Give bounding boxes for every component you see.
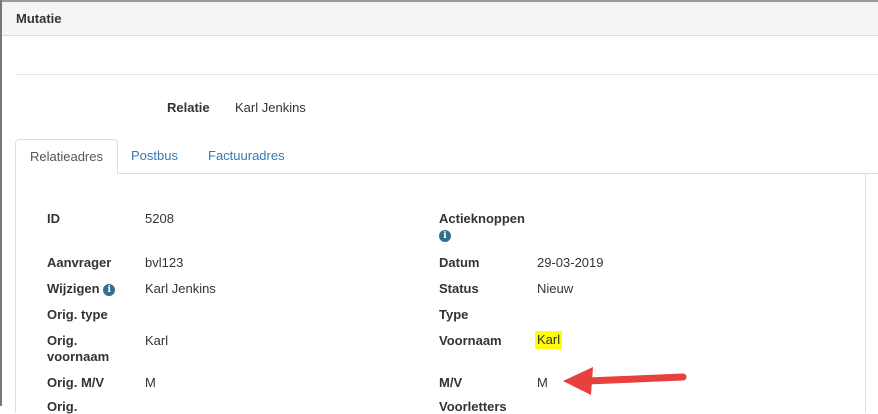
clipped-row-label-right: Voorletters: [439, 399, 507, 414]
window-left-border: [0, 0, 2, 406]
field-label-orig-type: Orig. type: [47, 307, 108, 322]
field-label-aanvrager: Aanvrager: [47, 255, 112, 270]
annotation-arrow: [563, 367, 687, 395]
field-value-aanvrager: bvl123: [145, 255, 184, 270]
field-value-mv: M: [537, 375, 548, 390]
field-label-id: ID: [47, 211, 60, 226]
panel-header: Mutatie: [2, 2, 878, 36]
field-value-orig-mv: M: [145, 375, 156, 390]
field-label-orig-mv: Orig. M/V: [47, 375, 105, 390]
panel-title: Mutatie: [16, 11, 62, 26]
field-value-id: 5208: [145, 211, 174, 226]
field-value-status: Nieuw: [537, 281, 574, 296]
field-label-actieknoppen: Actieknoppen: [439, 211, 525, 226]
field-label-status: Status: [439, 281, 479, 296]
relatie-label: Relatie: [167, 100, 210, 115]
relatie-value: Karl Jenkins: [235, 100, 306, 115]
annotation-arrow-shaft: [583, 373, 687, 385]
info-icon[interactable]: i: [439, 230, 451, 242]
field-label-datum: Datum: [439, 255, 480, 270]
annotation-arrow-head: [563, 367, 593, 395]
field-value-orig-voornaam: Karl: [145, 333, 169, 348]
info-icon[interactable]: i: [103, 283, 116, 296]
field-label-mv: M/V: [439, 375, 463, 390]
field-label-type: Type: [439, 307, 469, 322]
field-label-wijzigen: Wijzigen i: [47, 281, 116, 297]
field-value-datum: 29-03-2019: [537, 255, 604, 270]
field-value-voornaam-highlighted: Karl: [535, 331, 563, 349]
field-value-wijzigen: Karl Jenkins: [145, 281, 216, 296]
divider: [16, 74, 878, 75]
tab-relatieadres[interactable]: Relatieadres: [15, 139, 118, 174]
clipped-row-label-left: Orig.: [47, 399, 78, 414]
field-label-wijzigen-text: Wijzigen: [47, 281, 100, 296]
tab-postbus[interactable]: Postbus: [117, 139, 192, 174]
tab-factuuradres[interactable]: Factuuradres: [194, 139, 299, 174]
field-label-voornaam: Voornaam: [439, 333, 502, 348]
field-label-orig-voornaam: Orig. voornaam: [47, 333, 110, 364]
